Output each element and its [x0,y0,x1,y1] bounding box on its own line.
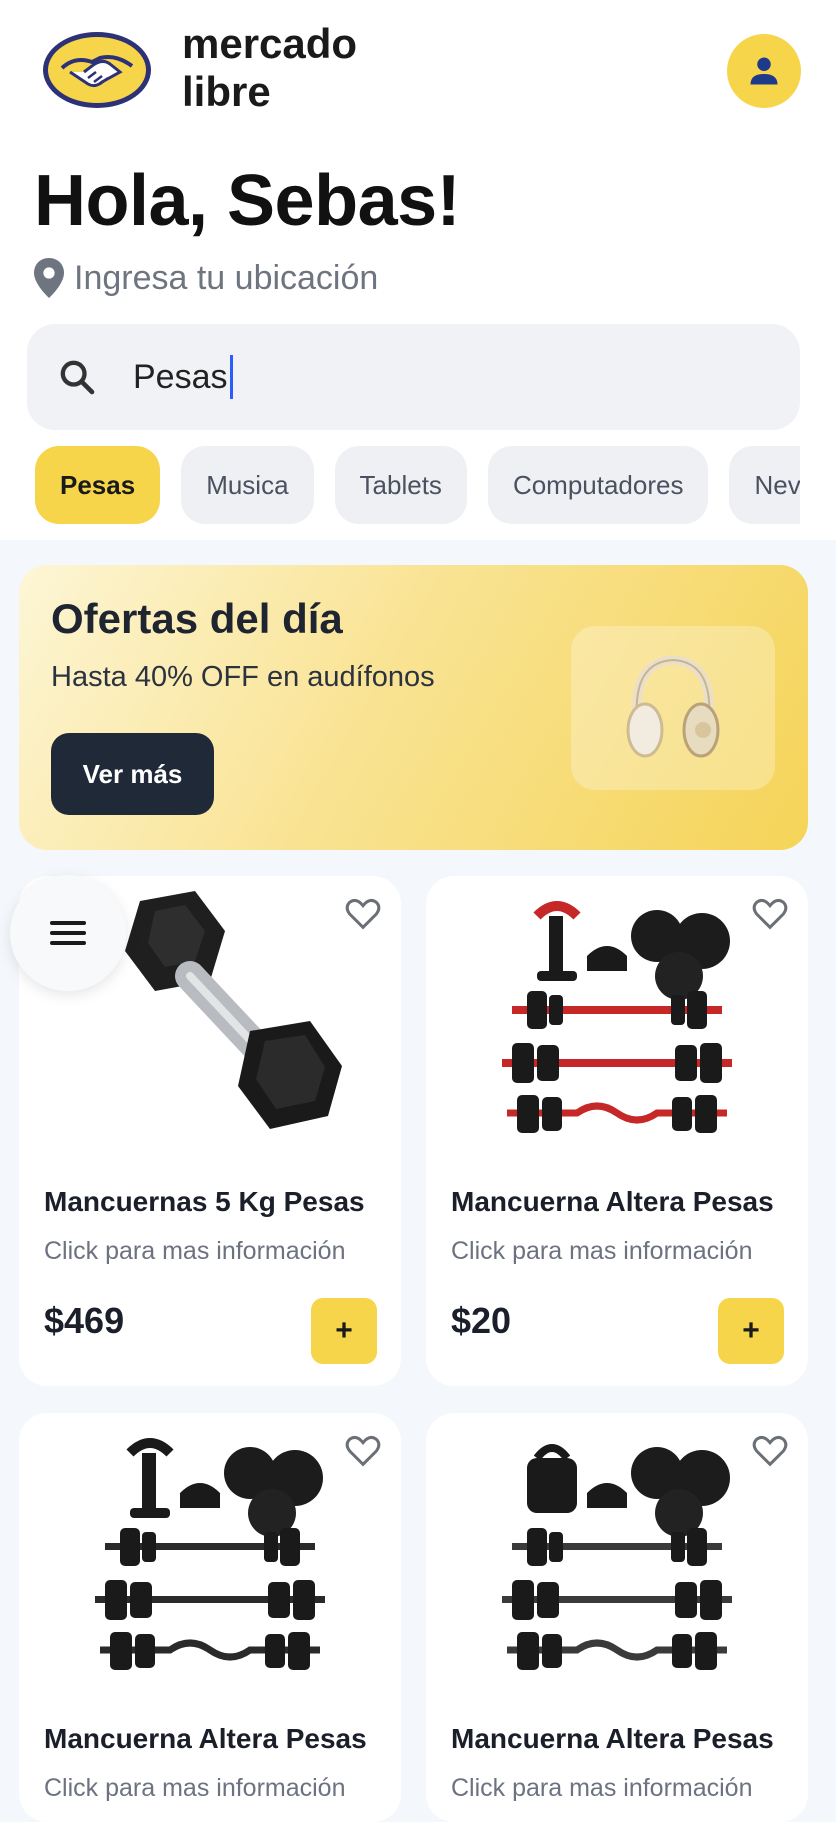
chip-tablets[interactable]: Tablets [334,446,467,524]
promo-banner[interactable]: Ofertas del día Hasta 40% OFF en audífon… [19,565,808,850]
promo-title: Ofertas del día [51,595,343,642]
product-description: Click para mas información [44,1774,346,1802]
product-description: Click para mas información [451,1774,753,1802]
user-icon [750,57,778,85]
chip-musica[interactable]: Musica [181,446,314,524]
headphones-image [571,626,775,790]
app-header: mercado libre [0,0,836,140]
product-card[interactable]: Mancuerna Altera Pesas Click para mas in… [426,1413,808,1822]
category-chips: Pesas Musica Tablets Computadores Neve [35,446,800,524]
text-caret [229,355,233,399]
location-selector[interactable]: Ingresa tu ubicación [34,256,378,300]
add-to-cart-button[interactable]: + [718,1298,784,1364]
product-title: Mancuerna Altera Pesas [451,1186,774,1217]
product-card[interactable]: Mancuerna Altera Pesas Click para mas in… [19,1413,401,1822]
chip-pesas[interactable]: Pesas [35,446,161,524]
brand-line-2: libre [182,68,271,115]
search-bar[interactable]: Pesas [27,324,800,430]
chip-neveras[interactable]: Neve [729,446,800,524]
search-icon [55,355,99,399]
promo-subtitle: Hasta 40% OFF en audífonos [51,661,435,693]
product-title: Mancuerna Altera Pesas [451,1723,774,1754]
brand-line-1: mercado [182,20,358,67]
product-card[interactable]: Mancuerna Altera Pesas Click para mas in… [426,876,808,1386]
favorite-heart-icon[interactable] [343,1431,383,1471]
product-price: $469 [44,1300,125,1341]
profile-button[interactable] [727,34,801,108]
favorite-heart-icon[interactable] [750,1431,790,1471]
product-description: Click para mas información [44,1237,346,1265]
product-title: Mancuerna Altera Pesas [44,1723,367,1754]
search-input[interactable]: Pesas [133,355,233,399]
chip-computadores[interactable]: Computadores [487,446,709,524]
mercado-libre-logo[interactable] [40,28,154,112]
headphones-icon [626,655,720,758]
menu-button[interactable] [10,875,126,991]
product-price: $20 [451,1300,512,1341]
see-more-button[interactable]: Ver más [51,733,214,815]
add-to-cart-button[interactable]: + [311,1298,377,1364]
handshake-logo-icon [43,32,151,108]
greeting-title: Hola, Sebas! [34,161,461,241]
search-input-value: Pesas [133,357,228,396]
product-title: Mancuernas 5 Kg Pesas [44,1186,365,1217]
favorite-heart-icon[interactable] [750,894,790,934]
product-description: Click para mas información [451,1237,753,1265]
favorite-heart-icon[interactable] [343,894,383,934]
location-pin-icon [34,258,64,298]
brand-wordmark: mercado libre [182,20,357,116]
hamburger-menu-icon [50,921,86,945]
location-label: Ingresa tu ubicación [74,258,379,297]
